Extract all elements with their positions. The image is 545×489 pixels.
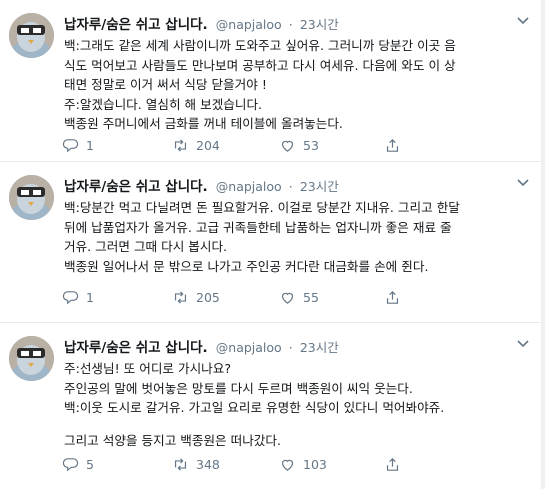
tweet-text: 주:선생님! 또 어디로 가시나요? 주인공의 말에 벗어놓은 망토를 다시 두… [64, 359, 534, 450]
avatar[interactable] [9, 175, 54, 220]
tweet-line: 주:알겠습니다. 열심히 해 보겠습니다. [64, 96, 263, 112]
tweet-line: 태면 정말로 이거 써서 식당 닫을거야 ! [64, 77, 267, 92]
retweet-button[interactable]: 204 [172, 135, 220, 155]
tweet-line: 백:그래도 같은 세계 사람이니까 도와주고 싶어유. 그러니까 당분간 이곳 … [64, 38, 456, 53]
retweet-count: 205 [196, 289, 220, 305]
chevron-down-icon[interactable] [515, 335, 531, 351]
tweet-header: 납자루/숨은 쉬고 삽니다. @napjaloo · 23시간 [64, 13, 534, 33]
retweet-icon [174, 290, 187, 304]
timestamp[interactable]: 23시간 [300, 179, 339, 194]
username[interactable]: @napjaloo [216, 340, 282, 355]
tweet-text: 백:당분간 먹고 다닐려면 돈 필요할거유. 이걸로 당분간 지내유. 그리고 … [64, 198, 534, 276]
like-icon [281, 459, 294, 471]
retweet-count: 204 [196, 137, 220, 153]
retweet-icon [174, 457, 187, 471]
tweet-line: 거유. 그러면 그때 다시 봅시다. [64, 239, 228, 254]
separator: · [288, 340, 293, 355]
avatar[interactable] [9, 13, 54, 58]
tweet-line: 주인공의 말에 벗어놓은 망토를 다시 두르며 백종원이 씨익 웃는다. [64, 380, 413, 396]
like-count: 103 [303, 456, 327, 472]
tweet-text: 백:그래도 같은 세계 사람이니까 도와주고 싶어유. 그러니까 당분간 이곳 … [64, 36, 534, 134]
tweet-actions: 5 348 103 [62, 454, 482, 474]
reply-icon [62, 290, 79, 304]
like-icon [281, 140, 294, 152]
timestamp[interactable]: 23시간 [300, 17, 339, 32]
tweet-line: 그리고 석양을 등지고 백종원은 떠나갔다. [64, 432, 281, 448]
like-button[interactable]: 103 [279, 454, 327, 474]
like-button[interactable]: 55 [279, 287, 319, 307]
separator: · [288, 17, 293, 32]
tweet-line: 뒤에 납품업자가 올거유. 고급 귀족들한테 납품하는 업자니까 좋은 재료 줄 [64, 219, 452, 235]
tweet-line: 백:당분간 먹고 다닐려면 돈 필요할거유. 이걸로 당분간 지내유. 그리고 … [64, 200, 460, 215]
timestamp[interactable]: 23시간 [300, 340, 339, 355]
share-button[interactable] [384, 287, 401, 307]
retweet-button[interactable]: 205 [172, 287, 220, 307]
separator: · [288, 179, 293, 194]
tweet-line: 백종원 주머니에서 금화를 꺼내 테이블에 올려놓는다. [64, 116, 343, 131]
reply-icon [62, 457, 79, 471]
share-button[interactable] [384, 454, 401, 474]
reply-button[interactable]: 1 [62, 135, 94, 155]
tweet-line [64, 418, 534, 431]
avatar[interactable] [9, 336, 54, 381]
reply-count: 1 [86, 289, 94, 305]
like-icon [281, 292, 294, 304]
tweet-line: 주:선생님! 또 어디로 가시나요? [64, 361, 232, 376]
like-count: 53 [303, 137, 319, 153]
tweet-line: 식도 먹어보고 사람들도 만나보며 공부하고 다시 여세유. 다음에 와도 이 … [64, 57, 456, 73]
scrollbar[interactable] [541, 0, 545, 489]
reply-count: 1 [86, 137, 94, 153]
share-icon [386, 290, 399, 304]
share-button[interactable] [384, 135, 401, 155]
reply-button[interactable]: 5 [62, 454, 94, 474]
timeline: 납자루/숨은 쉬고 삽니다. @napjaloo · 23시간 백:그래도 같은… [0, 0, 545, 489]
reply-icon [62, 138, 79, 152]
share-icon [386, 457, 399, 471]
tweet-line: 백종원 일어나서 문 밖으로 나가고 주인공 커다란 대금화를 손에 쥔다. [64, 258, 429, 274]
chevron-down-icon[interactable] [515, 12, 531, 28]
tweet[interactable]: 납자루/숨은 쉬고 삽니다. @napjaloo · 23시간 백:그래도 같은… [0, 0, 545, 162]
share-icon [386, 138, 399, 152]
username[interactable]: @napjaloo [216, 17, 282, 32]
display-name[interactable]: 납자루/숨은 쉬고 삽니다. [64, 17, 208, 33]
tweet-header: 납자루/숨은 쉬고 삽니다. @napjaloo · 23시간 [64, 175, 534, 195]
like-button[interactable]: 53 [279, 135, 319, 155]
tweet-actions: 1 205 55 [62, 287, 482, 307]
tweet-line: 백:이웃 도시로 갈거유. 가고일 요리로 유명한 식당이 있다니 먹어봐야쥬. [64, 400, 445, 415]
username[interactable]: @napjaloo [216, 179, 282, 194]
tweet-header: 납자루/숨은 쉬고 삽니다. @napjaloo · 23시간 [64, 336, 534, 356]
tweet[interactable]: 납자루/숨은 쉬고 삽니다. @napjaloo · 23시간 백:당분간 먹고… [0, 162, 545, 323]
display-name[interactable]: 납자루/숨은 쉬고 삽니다. [64, 179, 208, 195]
like-count: 55 [303, 289, 319, 305]
reply-count: 5 [86, 456, 94, 472]
retweet-icon [174, 138, 187, 152]
tweet-actions: 1 204 53 [62, 135, 482, 155]
tweet[interactable]: 납자루/숨은 쉬고 삽니다. @napjaloo · 23시간 주:선생님! 또… [0, 323, 545, 489]
retweet-count: 348 [196, 456, 220, 472]
chevron-down-icon[interactable] [515, 174, 531, 190]
reply-button[interactable]: 1 [62, 287, 94, 307]
display-name[interactable]: 납자루/숨은 쉬고 삽니다. [64, 340, 208, 356]
retweet-button[interactable]: 348 [172, 454, 220, 474]
